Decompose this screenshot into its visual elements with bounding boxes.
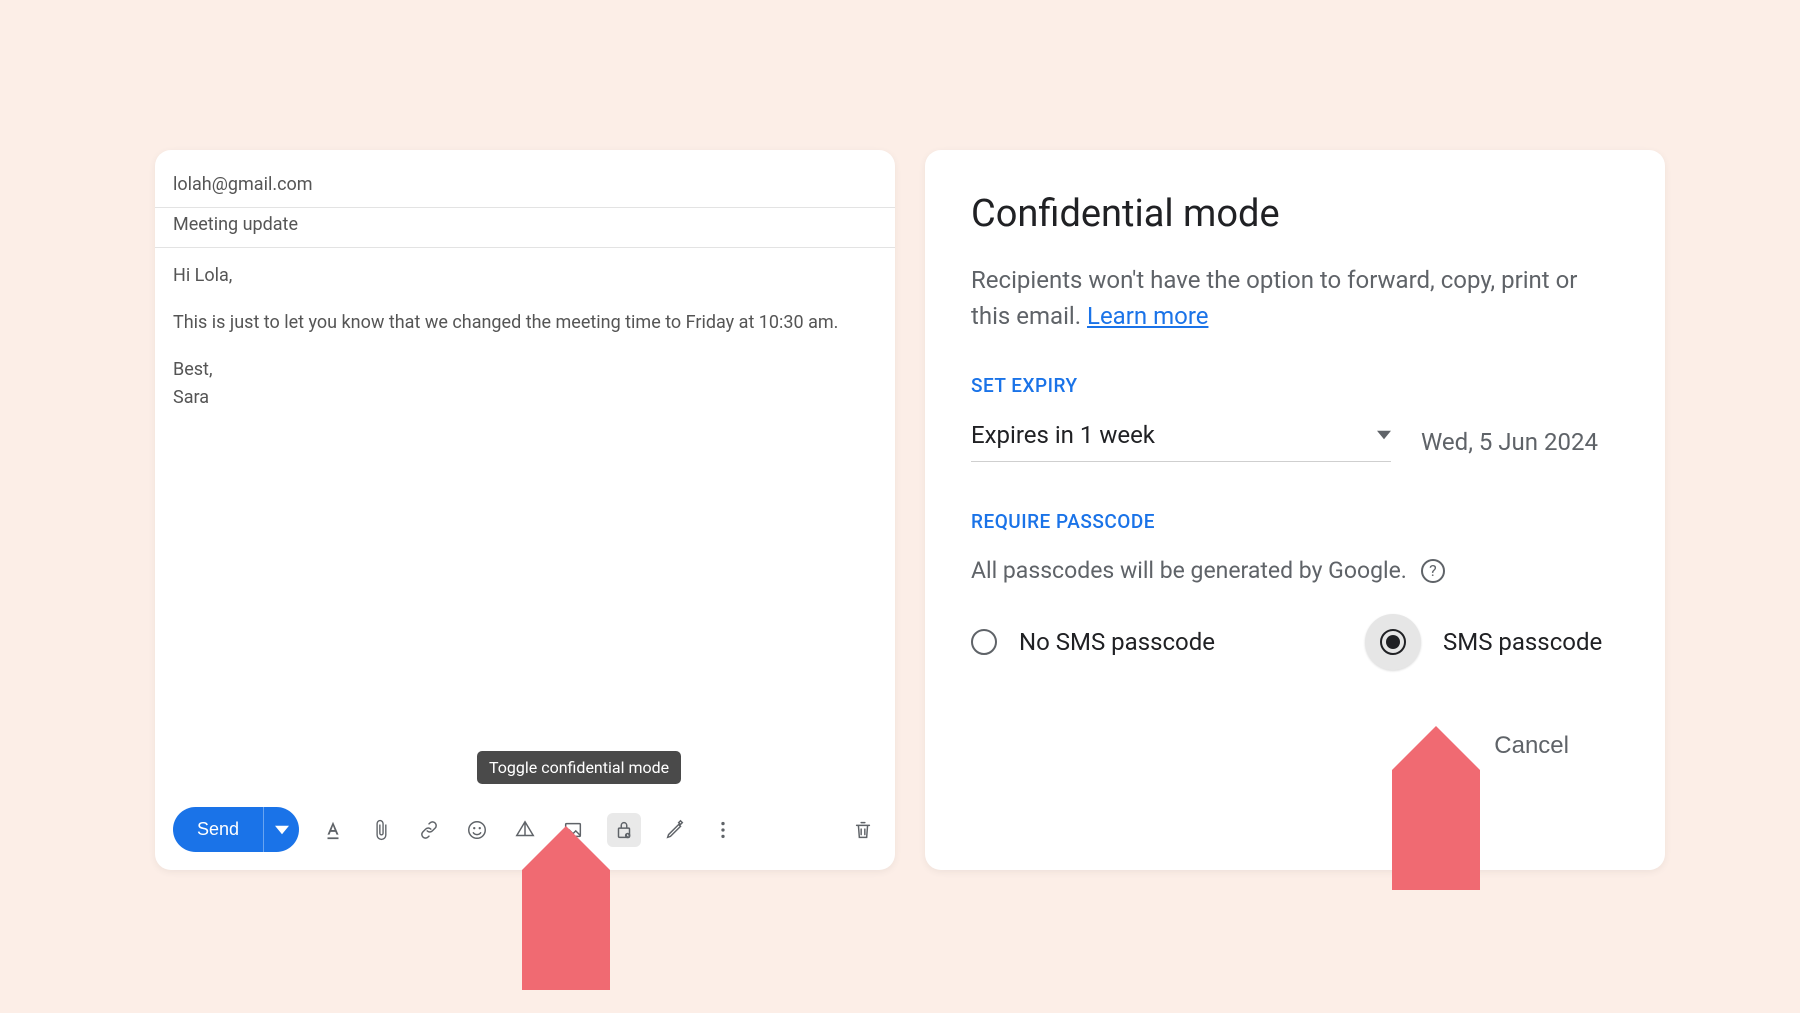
send-options-button[interactable] <box>263 807 299 852</box>
annotation-arrow <box>522 870 610 990</box>
body-line: This is just to let you know that we cha… <box>173 309 877 338</box>
more-icon[interactable] <box>709 816 737 844</box>
passcode-radio-row: No SMS passcode SMS passcode <box>971 614 1619 670</box>
caret-down-icon <box>1377 428 1391 442</box>
pen-icon[interactable] <box>661 816 689 844</box>
confidential-tooltip: Toggle confidential mode <box>477 751 681 784</box>
link-icon[interactable] <box>415 816 443 844</box>
passcode-note-text: All passcodes will be generated by Googl… <box>971 557 1407 584</box>
annotation-arrow <box>1392 770 1480 890</box>
body-line: Best, <box>173 356 877 385</box>
help-icon[interactable]: ? <box>1421 559 1445 583</box>
confidential-mode-dialog: Confidential mode Recipients won't have … <box>925 150 1665 870</box>
to-field[interactable]: lolah@gmail.com <box>155 168 895 208</box>
radio-checked-icon <box>1365 614 1421 670</box>
expiry-value: Expires in 1 week <box>971 421 1155 449</box>
radio-label: No SMS passcode <box>1019 628 1215 656</box>
radio-label: SMS passcode <box>1443 628 1602 656</box>
emoji-icon[interactable] <box>463 816 491 844</box>
desc-text: this email. <box>971 302 1087 330</box>
send-button[interactable]: Send <box>173 807 263 852</box>
cancel-button[interactable]: Cancel <box>1494 732 1569 760</box>
expiry-dropdown[interactable]: Expires in 1 week <box>971 421 1391 462</box>
body-line: Hi Lola, <box>173 262 877 291</box>
dialog-title: Confidential mode <box>971 192 1619 236</box>
expiry-row: Expires in 1 week Wed, 5 Jun 2024 <box>971 421 1619 462</box>
compose-window: lolah@gmail.com Meeting update Hi Lola, … <box>155 150 895 870</box>
sms-radio[interactable]: SMS passcode <box>1365 614 1602 670</box>
send-button-group: Send <box>173 807 299 852</box>
set-expiry-label: SET EXPIRY <box>971 374 1619 397</box>
lock-icon[interactable] <box>607 813 641 847</box>
caret-down-icon <box>275 823 289 837</box>
expiry-date: Wed, 5 Jun 2024 <box>1421 428 1598 456</box>
subject-field[interactable]: Meeting update <box>155 208 895 248</box>
text-format-icon[interactable] <box>319 816 347 844</box>
passcode-note: All passcodes will be generated by Googl… <box>971 557 1619 584</box>
body-line: Sara <box>173 384 877 413</box>
radio-unchecked-icon <box>971 629 997 655</box>
attach-icon[interactable] <box>367 816 395 844</box>
dialog-description: Recipients won't have the option to forw… <box>971 262 1619 334</box>
trash-icon[interactable] <box>849 816 877 844</box>
learn-more-link[interactable]: Learn more <box>1087 302 1208 330</box>
desc-text: Recipients won't have the option to forw… <box>971 266 1577 294</box>
email-body[interactable]: Hi Lola, This is just to let you know th… <box>155 248 895 795</box>
no-sms-radio[interactable]: No SMS passcode <box>971 628 1215 656</box>
require-passcode-label: REQUIRE PASSCODE <box>971 510 1619 533</box>
